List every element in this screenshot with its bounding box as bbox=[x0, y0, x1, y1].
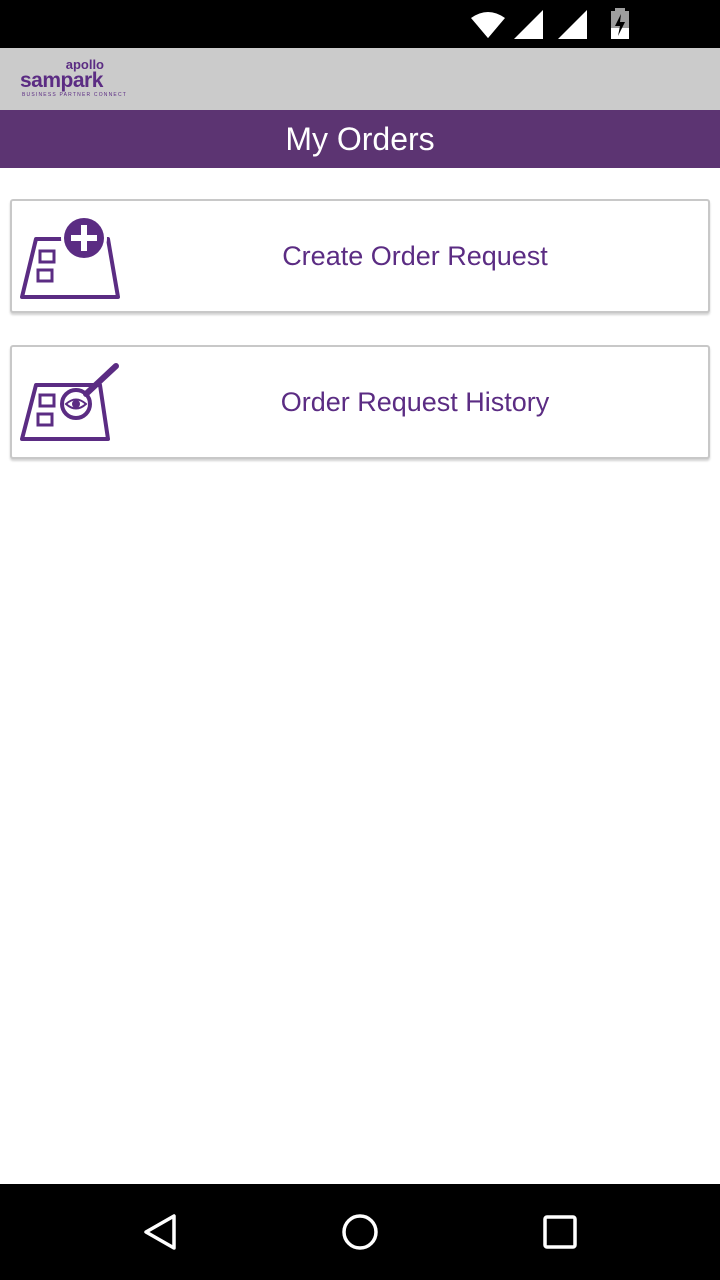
create-order-request-button[interactable]: Create Order Request bbox=[10, 199, 710, 313]
order-request-history-label: Order Request History bbox=[280, 386, 550, 417]
navigation-bar bbox=[0, 1184, 720, 1280]
app-logo: apollo sampark BUSINESS PARTNER CONNECT bbox=[20, 58, 126, 100]
battery-charging-icon bbox=[611, 8, 629, 39]
home-icon[interactable] bbox=[340, 1212, 380, 1252]
logo-tagline: BUSINESS PARTNER CONNECT bbox=[22, 92, 128, 98]
page-title: My Orders bbox=[285, 121, 435, 157]
wifi-icon bbox=[471, 12, 505, 38]
status-bar bbox=[0, 0, 720, 48]
create-order-icon bbox=[20, 215, 120, 299]
signal-icon bbox=[558, 10, 587, 39]
signal-icon bbox=[514, 10, 543, 39]
order-request-history-button[interactable]: Order Request History bbox=[10, 345, 710, 459]
brand-bar: apollo sampark BUSINESS PARTNER CONNECT bbox=[0, 48, 720, 110]
create-order-request-label: Create Order Request bbox=[282, 240, 548, 271]
recents-icon[interactable] bbox=[540, 1212, 580, 1252]
back-icon[interactable] bbox=[140, 1212, 180, 1252]
title-bar: My Orders bbox=[0, 110, 720, 168]
logo-sampark-text: sampark bbox=[20, 69, 103, 92]
order-history-icon bbox=[20, 363, 119, 441]
